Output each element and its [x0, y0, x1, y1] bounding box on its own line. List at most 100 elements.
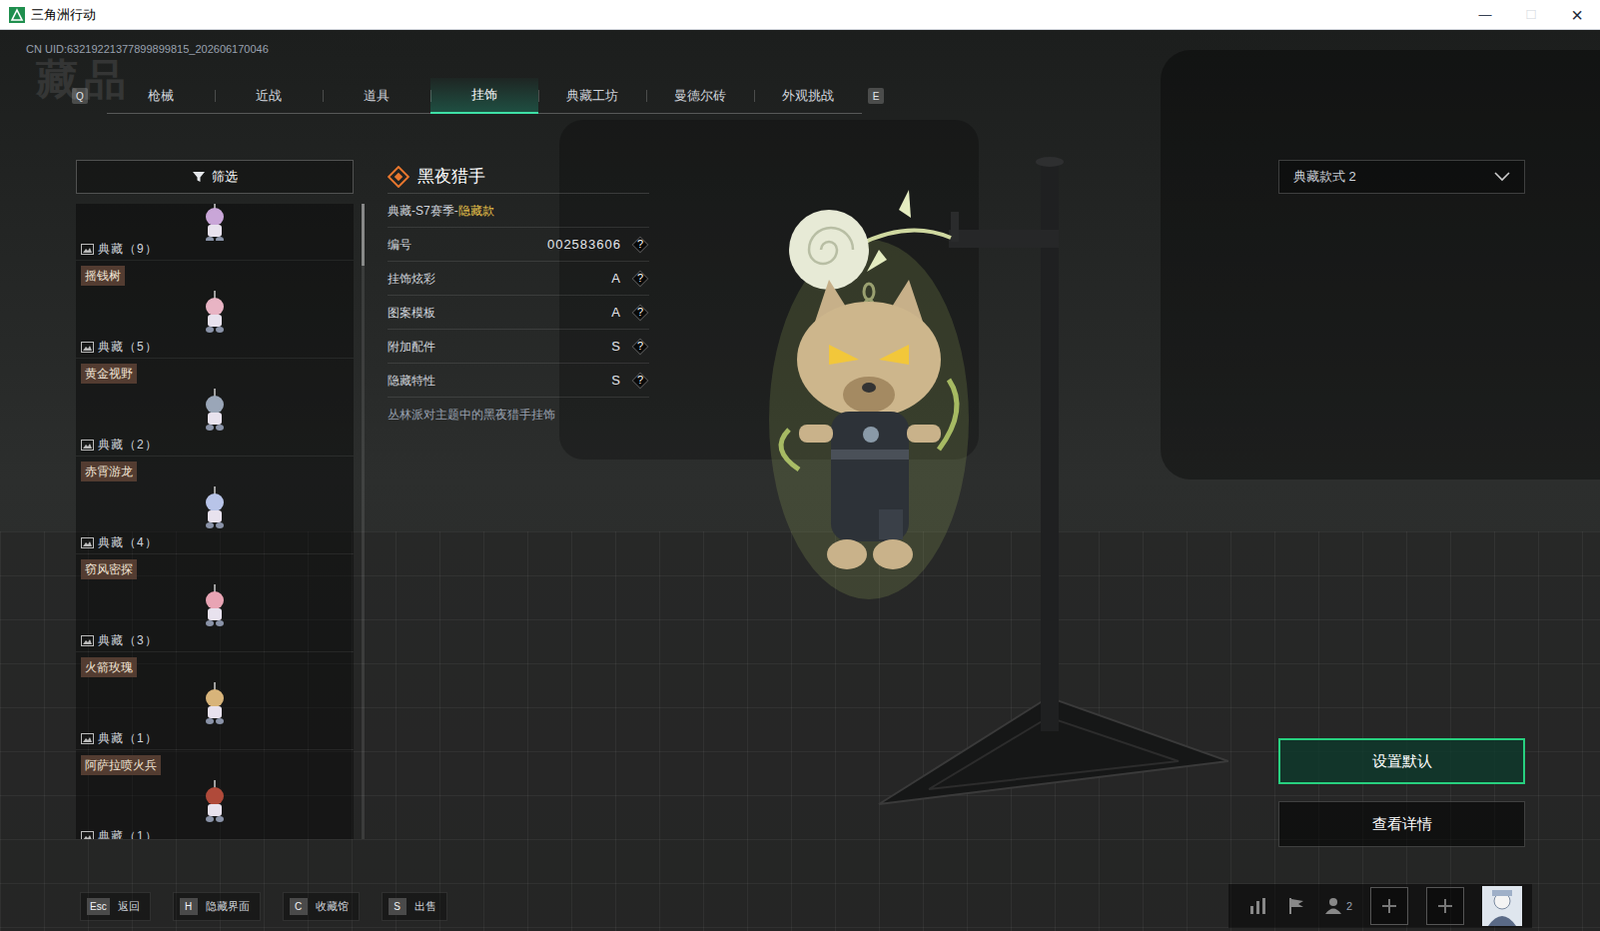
app-logo-icon — [8, 6, 25, 23]
item-name-tag: 摇钱树 — [80, 265, 125, 286]
help-button[interactable]: ? — [631, 303, 650, 322]
window-title: 三角洲行动 — [30, 4, 96, 25]
detail-panel: 黑夜猎手典藏-S7赛季-隐藏款编号002583606?挂饰炫彩A?图案模板A?附… — [387, 159, 650, 424]
tab[interactable]: 典藏工坊 — [538, 77, 647, 114]
item-count: 典藏（1） — [97, 729, 158, 748]
item-count-row: 典藏（4） — [80, 534, 349, 551]
maximize-button[interactable]: □ — [1508, 0, 1555, 30]
collection-item[interactable]: 火箭玫瑰典藏（1） — [75, 652, 354, 750]
tab-divider — [754, 89, 756, 102]
game-area: 藏品 CN UID:63219221377899899815_202606170… — [0, 29, 1600, 931]
add-squad-slot-icon[interactable] — [1426, 886, 1465, 925]
collection-list: 典藏（9）摇钱树典藏（5）黄金视野典藏（2）赤霄游龙典藏（4）窃风密探典藏（3）… — [75, 203, 354, 839]
attribute-value: S — [611, 370, 622, 391]
hotkey-label: 返回 — [117, 897, 144, 915]
attribute-row: 编号002583606? — [387, 227, 650, 262]
tab[interactable]: 挂饰 — [430, 77, 539, 114]
item-count: 典藏（9） — [97, 239, 158, 258]
item-count: 典藏（3） — [97, 631, 158, 650]
tab[interactable]: 曼德尔砖 — [646, 77, 755, 114]
next-tab-key[interactable]: E — [867, 87, 884, 104]
collection-item[interactable]: 阿萨拉喷火兵典藏（1） — [75, 750, 354, 839]
scrollbar-thumb[interactable] — [361, 203, 365, 266]
prev-tab-key[interactable]: Q — [71, 87, 88, 104]
collection-item[interactable]: 赤霄游龙典藏（4） — [75, 456, 354, 554]
tab-divider — [322, 89, 324, 102]
stats-chart-icon[interactable] — [1248, 896, 1269, 915]
rarity-diamond-icon — [387, 165, 410, 188]
item-count-row: 典藏（9） — [80, 240, 349, 257]
hotkey-key: S — [388, 897, 407, 915]
item-name-tag: 阿萨拉喷火兵 — [80, 755, 161, 776]
item-category: 典藏-S7赛季- — [387, 201, 459, 220]
tab[interactable]: 道具 — [322, 77, 431, 114]
attribute-label: 隐藏特性 — [387, 371, 436, 390]
item-description: 丛林派对主题中的黑夜猎手挂饰 — [387, 405, 650, 424]
chevron-down-icon — [1494, 171, 1511, 182]
filter-button[interactable]: 筛选 — [75, 159, 354, 194]
item-count-row: 典藏（1） — [80, 827, 349, 839]
app-window: 三角洲行动 —□× 藏品 CN UID:63219221377899899815_… — [0, 0, 1600, 931]
image-icon — [80, 537, 94, 549]
flag-icon[interactable] — [1286, 896, 1307, 915]
attribute-row: 图案模板A? — [387, 295, 650, 330]
attribute-label: 编号 — [387, 235, 412, 254]
hotkey-key: H — [179, 897, 198, 915]
tab[interactable]: 外观挑战 — [754, 77, 862, 114]
attribute-value: S — [611, 336, 622, 357]
collection-item[interactable]: 黄金视野典藏（2） — [75, 358, 354, 456]
item-name-tag: 窃风密探 — [80, 559, 137, 580]
list-scrollbar[interactable] — [361, 203, 365, 839]
item-thumbnail-icon — [80, 579, 349, 633]
item-category-row: 典藏-S7赛季-隐藏款 — [387, 193, 650, 228]
tab-divider — [538, 89, 540, 102]
tab[interactable]: 枪械 — [106, 77, 215, 114]
help-button[interactable]: ? — [631, 269, 650, 288]
tab-strip: 枪械近战道具挂饰典藏工坊曼德尔砖外观挑战 — [106, 77, 862, 114]
attribute-value: A — [611, 268, 622, 289]
tab[interactable]: 近战 — [214, 77, 323, 114]
collection-item[interactable]: 窃风密探典藏（3） — [75, 554, 354, 652]
help-mark: ? — [637, 269, 644, 287]
view-details-button[interactable]: 查看详情 — [1278, 800, 1526, 847]
collection-item[interactable]: 典藏（9） — [75, 203, 354, 260]
item-name-tag: 黄金视野 — [80, 363, 137, 384]
item-count-row: 典藏（2） — [80, 436, 349, 453]
image-icon — [80, 243, 94, 255]
item-thumbnail-icon — [80, 775, 349, 828]
action-buttons: 设置默认查看详情 — [1278, 738, 1526, 847]
attribute-value: A — [611, 302, 622, 323]
tab-divider — [214, 89, 216, 102]
help-button[interactable]: ? — [631, 371, 650, 390]
attribute-row: 挂饰炫彩 A? — [387, 261, 650, 296]
close-button[interactable]: × — [1554, 0, 1600, 30]
help-mark: ? — [637, 235, 644, 253]
collection-list-panel: 筛选典藏（9）摇钱树典藏（5）黄金视野典藏（2）赤霄游龙典藏（4）窃风密探典藏（… — [75, 159, 354, 839]
hotkey[interactable]: C收藏馆 — [282, 891, 360, 921]
minimize-button[interactable]: — — [1462, 0, 1509, 30]
hotkey-key: C — [289, 897, 308, 915]
style-dropdown[interactable]: 典藏款式 2 — [1278, 159, 1526, 194]
item-thumbnail-icon — [80, 285, 349, 339]
tab-divider — [646, 89, 648, 102]
image-icon — [80, 439, 94, 451]
item-title: 黑夜猎手 — [417, 163, 486, 190]
friends-button[interactable]: 2 — [1324, 896, 1353, 915]
set-default-button[interactable]: 设置默认 — [1278, 738, 1526, 785]
item-name-tag: 火箭玫瑰 — [80, 657, 137, 678]
attribute-label: 挂饰炫彩 — [387, 269, 436, 288]
item-thumbnail-icon — [80, 677, 349, 731]
hotkey[interactable]: H隐藏界面 — [172, 891, 261, 921]
hotkey[interactable]: S 出售 — [381, 891, 448, 921]
hotkey-label: 出售 — [414, 897, 441, 915]
player-avatar-icon[interactable] — [1482, 885, 1523, 926]
help-button[interactable]: ? — [631, 337, 650, 356]
item-count-row: 典藏（3） — [80, 632, 349, 649]
item-rarity: 隐藏款 — [458, 201, 495, 220]
help-button[interactable]: ? — [631, 235, 650, 254]
hotkey[interactable]: Esc返回 — [79, 891, 151, 921]
collection-item[interactable]: 摇钱树典藏（5） — [75, 260, 354, 358]
item-count: 典藏（4） — [97, 533, 158, 552]
add-squad-slot-icon[interactable] — [1370, 886, 1409, 925]
title-bar: 三角洲行动 —□× — [0, 0, 1600, 30]
